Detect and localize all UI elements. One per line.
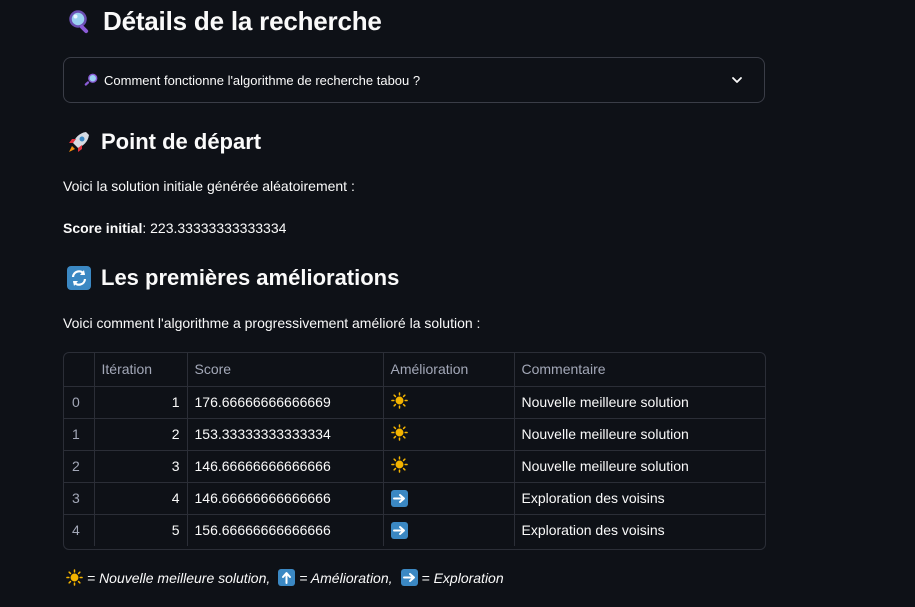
page-title-text: Détails de la recherche xyxy=(103,6,382,36)
right-arrow-icon xyxy=(400,569,418,586)
algorithm-expander[interactable]: Comment fonctionne l'algorithme de reche… xyxy=(63,57,765,103)
section-title-improvements: Les premières améliorations xyxy=(66,265,399,291)
score-cell: 153.33333333333334 xyxy=(187,418,384,451)
start-description: Voici la solution initiale générée aléat… xyxy=(63,178,355,194)
comment-cell: Exploration des voisins xyxy=(521,522,665,539)
comment-cell: Nouvelle meilleure solution xyxy=(514,418,765,451)
table-row[interactable]: 2 3 146.66666666666666 Nouvelle meilleur… xyxy=(64,450,765,483)
section-title-start-text: Point de départ xyxy=(101,129,262,154)
section-title-start: Point de départ xyxy=(66,129,261,155)
column-header-improvement[interactable]: Amélioration xyxy=(383,353,515,387)
comment-cell: Nouvelle meilleure solution xyxy=(514,450,765,483)
score-cell: 176.66666666666669 xyxy=(187,386,384,419)
column-header-comment[interactable]: Commentaire xyxy=(514,353,765,387)
legend: = Nouvelle meilleure solution, = Amélior… xyxy=(66,569,504,586)
chevron-down-icon[interactable] xyxy=(730,73,744,87)
sun-icon xyxy=(390,424,408,441)
refresh-icon xyxy=(67,266,91,290)
right-arrow-icon xyxy=(390,522,408,540)
iteration-cell: 4 xyxy=(94,482,188,515)
score-cell: 156.66666666666666 xyxy=(187,514,384,546)
initial-score-label: Score initial xyxy=(63,220,143,236)
improvement-cell xyxy=(383,418,515,451)
improvement-cell xyxy=(383,450,515,483)
sun-icon xyxy=(66,569,83,586)
row-index: 4 xyxy=(64,514,95,546)
table-row[interactable]: 0 1 176.66666666666669 Nouvelle meilleur… xyxy=(64,386,765,419)
row-index: 2 xyxy=(64,450,95,483)
comment-cell: Nouvelle meilleure solution xyxy=(514,386,765,419)
column-header-iteration[interactable]: Itération xyxy=(94,353,188,387)
score-cell: 146.66666666666666 xyxy=(187,482,384,515)
table-row[interactable]: 4 5 156.66666666666666 Exploration des v… xyxy=(64,514,765,546)
improvement-cell xyxy=(383,482,515,515)
iteration-cell: 2 xyxy=(94,418,188,451)
initial-score-value: : 223.33333333333334 xyxy=(142,220,287,236)
score-cell: 146.66666666666666 xyxy=(187,450,384,483)
up-arrow-icon xyxy=(278,569,296,586)
sun-icon xyxy=(390,456,408,473)
iteration-cell: 5 xyxy=(94,514,188,546)
legend-right-text: = Exploration xyxy=(421,569,504,586)
iteration-cell: 3 xyxy=(94,450,188,483)
legend-up-text: = Amélioration, xyxy=(299,569,393,586)
right-arrow-icon xyxy=(390,489,408,507)
sun-icon xyxy=(390,392,408,409)
improvements-description: Voici comment l'algorithme a progressive… xyxy=(63,315,481,331)
legend-sun-text: = Nouvelle meilleure solution, xyxy=(87,569,271,586)
magnifier-icon xyxy=(69,9,89,33)
improvement-cell xyxy=(383,386,515,419)
row-index: 1 xyxy=(64,418,95,451)
main-content: Détails de la recherche Comment fonction… xyxy=(0,0,915,607)
iterations-table[interactable]: Itération Score Amélioration Commentaire… xyxy=(63,352,766,550)
row-index: 0 xyxy=(64,386,95,419)
table-header-row: Itération Score Amélioration Commentaire xyxy=(64,353,765,387)
rocket-icon xyxy=(69,132,89,152)
table-row[interactable]: 3 4 146.66666666666666 Exploration des v… xyxy=(64,482,765,515)
table-row[interactable]: 1 2 153.33333333333334 Nouvelle meilleur… xyxy=(64,418,765,451)
expander-label: Comment fonctionne l'algorithme de reche… xyxy=(104,72,421,88)
column-header-score[interactable]: Score xyxy=(187,353,384,387)
improvement-cell xyxy=(383,514,515,546)
comment-cell: Exploration des voisins xyxy=(514,482,765,515)
section-title-improvements-text: Les premières améliorations xyxy=(101,265,400,290)
column-header-index[interactable] xyxy=(64,353,95,387)
magnifier-icon xyxy=(84,73,98,86)
initial-score: Score initial: 223.33333333333334 xyxy=(63,220,286,236)
page-title: Détails de la recherche xyxy=(67,6,382,37)
iteration-cell: 1 xyxy=(94,386,188,419)
row-index: 3 xyxy=(64,482,95,515)
